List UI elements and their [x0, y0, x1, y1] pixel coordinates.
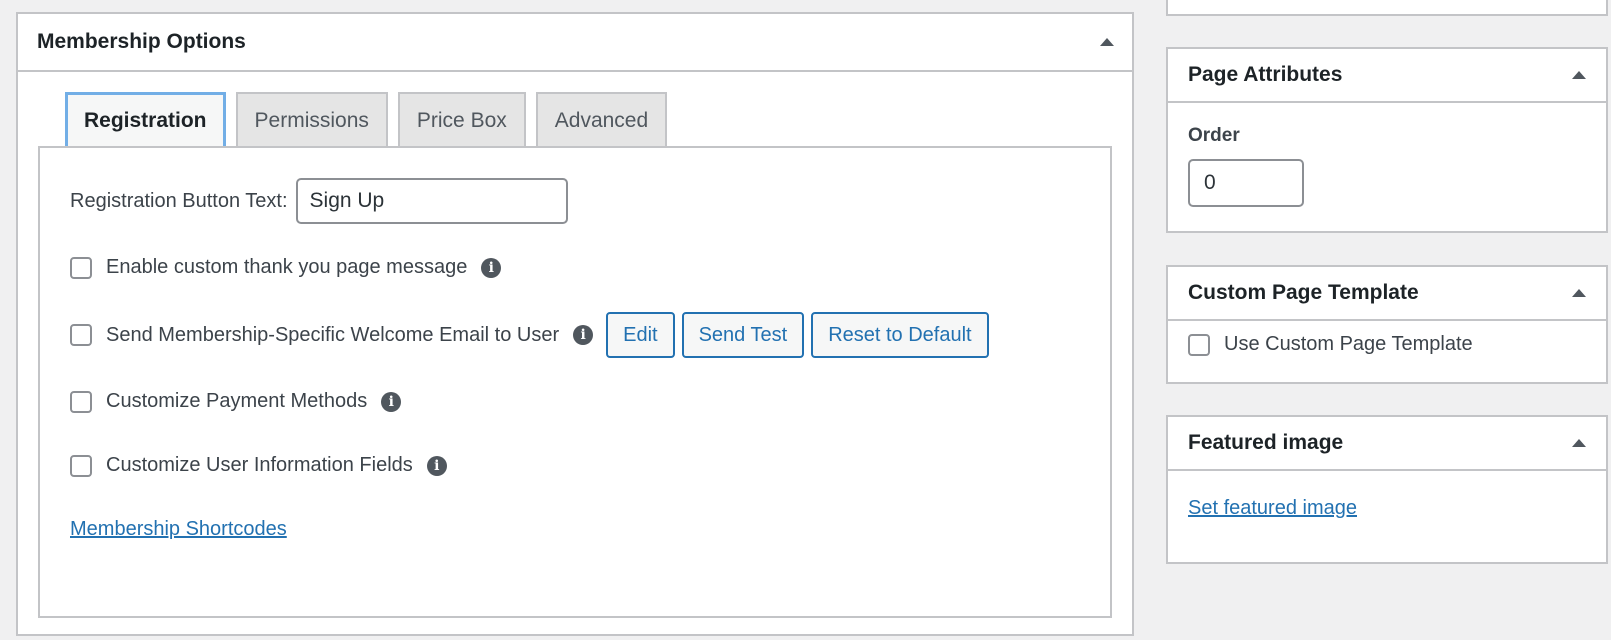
thank-you-message-label: Enable custom thank you page message: [106, 256, 468, 278]
registration-button-text-label: Registration Button Text:: [70, 189, 288, 212]
payment-methods-checkbox[interactable]: [70, 390, 92, 413]
custom-page-template-body: Use Custom Page Template: [1168, 321, 1606, 370]
tab-advanced[interactable]: Advanced: [535, 92, 668, 148]
membership-shortcodes-link[interactable]: Membership Shortcodes: [70, 518, 287, 541]
collapse-arrow-icon[interactable]: [1572, 439, 1586, 447]
page-attributes-box: Page Attributes Order: [1166, 47, 1608, 233]
option-row-user-info-fields: Customize User Information Fields i: [70, 454, 447, 477]
collapse-arrow-icon[interactable]: [1100, 38, 1114, 46]
send-test-button[interactable]: Send Test: [681, 312, 805, 358]
custom-page-template-box: Custom Page Template Use Custom Page Tem…: [1166, 265, 1608, 384]
thank-you-message-checkbox[interactable]: [70, 256, 92, 279]
collapse-arrow-icon[interactable]: [1572, 71, 1586, 79]
registration-button-text-input[interactable]: [295, 178, 568, 224]
featured-image-title: Featured image: [1188, 431, 1344, 454]
welcome-email-checkbox[interactable]: [70, 324, 92, 346]
option-row-thank-you: Enable custom thank you page message i: [70, 256, 502, 279]
collapse-arrow-icon[interactable]: [1572, 289, 1586, 297]
info-icon[interactable]: i: [381, 391, 402, 412]
membership-options-box: Membership Options Registration Permissi…: [16, 12, 1134, 636]
membership-tabs: Registration Permissions Price Box Advan…: [65, 92, 668, 150]
payment-methods-label: Customize Payment Methods: [106, 390, 368, 412]
custom-page-template-title: Custom Page Template: [1188, 281, 1419, 304]
option-row-welcome-email: Send Membership-Specific Welcome Email t…: [70, 312, 989, 358]
featured-image-box: Featured image Set featured image: [1166, 415, 1608, 564]
welcome-email-label: Send Membership-Specific Welcome Email t…: [106, 323, 560, 346]
custom-page-template-header: Custom Page Template: [1168, 267, 1606, 321]
order-input[interactable]: [1188, 159, 1304, 207]
shortcodes-row: Membership Shortcodes: [70, 518, 287, 541]
featured-image-body: Set featured image: [1168, 471, 1606, 534]
sidebar-top-box: [1166, 0, 1608, 16]
info-icon[interactable]: i: [573, 325, 594, 345]
reset-to-default-button[interactable]: Reset to Default: [811, 312, 989, 358]
page-attributes-body: Order: [1168, 103, 1606, 221]
tab-registration[interactable]: Registration: [65, 92, 226, 150]
edit-email-button[interactable]: Edit: [606, 312, 675, 358]
tab-price-box[interactable]: Price Box: [397, 92, 526, 148]
use-custom-template-label: Use Custom Page Template: [1224, 333, 1473, 355]
membership-options-header: Membership Options: [18, 14, 1132, 72]
registration-button-text-row: Registration Button Text:: [70, 178, 568, 224]
featured-image-header: Featured image: [1168, 417, 1606, 471]
user-info-fields-checkbox[interactable]: [70, 454, 92, 477]
page-attributes-title: Page Attributes: [1188, 63, 1343, 86]
page-attributes-header: Page Attributes: [1168, 49, 1606, 103]
info-icon[interactable]: i: [481, 257, 502, 278]
option-row-payment-methods: Customize Payment Methods i: [70, 390, 402, 413]
order-label: Order: [1188, 125, 1240, 146]
membership-options-title: Membership Options: [37, 30, 246, 53]
set-featured-image-link[interactable]: Set featured image: [1188, 497, 1357, 519]
use-custom-template-checkbox[interactable]: [1188, 333, 1210, 356]
info-icon[interactable]: i: [426, 455, 447, 476]
tab-permissions[interactable]: Permissions: [235, 92, 388, 148]
user-info-fields-label: Customize User Information Fields: [106, 454, 413, 476]
registration-tab-panel: Registration Button Text: Enable custom …: [38, 146, 1112, 618]
